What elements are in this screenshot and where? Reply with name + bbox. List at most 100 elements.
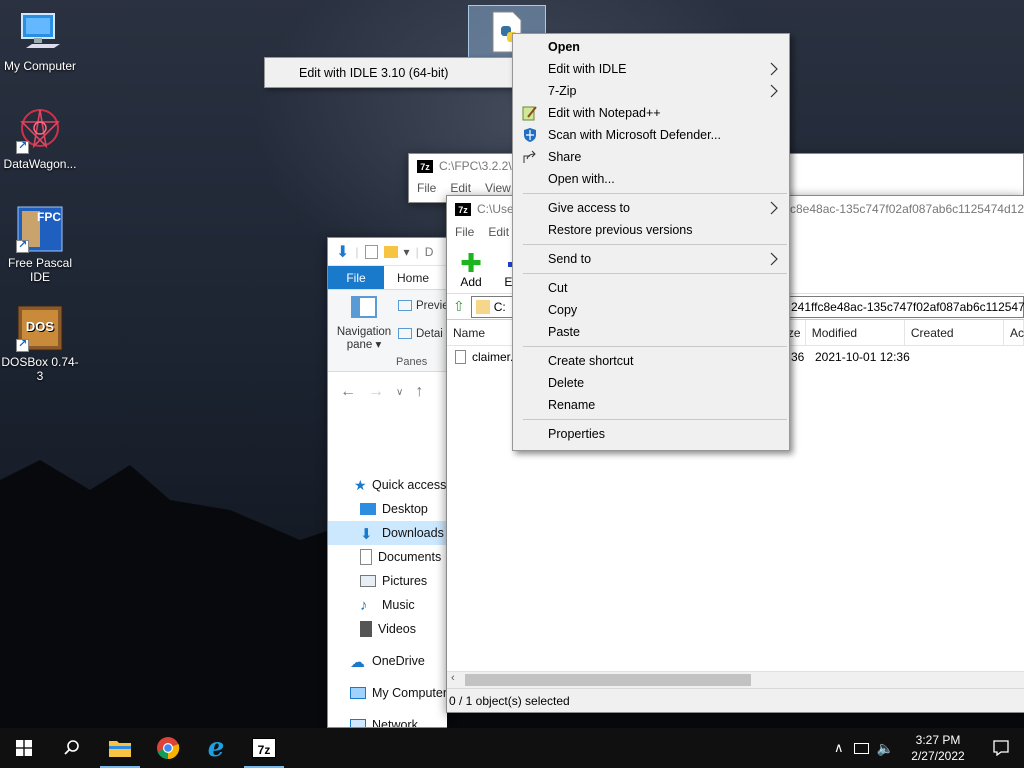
menu-view[interactable]: View xyxy=(485,181,511,195)
file-explorer-window[interactable]: ⬇ | ▾ | D File Home Navigation pane ▾ Pr… xyxy=(327,237,447,728)
menu-send-to[interactable]: Send to xyxy=(513,248,789,270)
status-bar: 0 / 1 object(s) selected xyxy=(447,688,1024,712)
scrollbar-thumb[interactable] xyxy=(465,674,751,686)
menu-create-shortcut[interactable]: Create shortcut xyxy=(513,350,789,372)
shortcut-arrow-icon xyxy=(16,139,29,154)
music-icon: ♪ xyxy=(360,597,368,614)
menu-edit[interactable]: Edit xyxy=(488,225,509,239)
horizontal-scrollbar[interactable]: ‹ xyxy=(447,671,1024,688)
properties-icon[interactable] xyxy=(364,244,378,259)
submenu-edit-idle-310[interactable]: Edit with IDLE 3.10 (64-bit) xyxy=(299,66,448,80)
fpc-text: FPC xyxy=(37,210,61,224)
tab-home[interactable]: Home xyxy=(384,266,442,289)
search-button[interactable] xyxy=(48,728,96,768)
system-tray: ∧ 🔈 3:27 PM 2/27/2022 xyxy=(834,728,1024,768)
menu-delete[interactable]: Delete xyxy=(513,372,789,394)
down-arrow-icon[interactable]: ⬇ xyxy=(336,242,349,262)
recent-dropdown-icon[interactable]: ∨ xyxy=(396,387,403,398)
menu-open[interactable]: Open xyxy=(513,36,789,58)
dosbox-text: DOS xyxy=(25,319,55,334)
menu-open-with[interactable]: Open with... xyxy=(513,168,789,190)
col-attributes[interactable]: Ac xyxy=(1004,320,1024,345)
menu-separator xyxy=(523,193,787,194)
navigation-pane-button[interactable]: Navigation pane ▾ xyxy=(334,296,394,352)
taskbar-7zip[interactable]: 7z xyxy=(240,728,288,768)
details-pane-button[interactable]: Detai xyxy=(398,328,443,340)
nav-documents[interactable]: Documents xyxy=(328,545,447,569)
menu-rename[interactable]: Rename xyxy=(513,394,789,416)
dropdown-icon[interactable]: ▾ xyxy=(404,245,410,259)
menu-separator xyxy=(523,244,787,245)
notepadpp-icon xyxy=(522,105,538,121)
nav-my-computer[interactable]: My Computer xyxy=(328,681,447,705)
add-button[interactable]: ✚ Add xyxy=(453,242,489,293)
nav-onedrive[interactable]: ☁ OneDrive xyxy=(328,649,447,673)
menu-properties[interactable]: Properties xyxy=(513,423,789,445)
explorer-nav-bar: ← → ∨ ↑ xyxy=(328,372,447,412)
title-fragment: D xyxy=(424,244,434,259)
start-button[interactable] xyxy=(0,728,48,768)
chevron-up-icon[interactable]: ∧ xyxy=(834,740,844,756)
share-icon xyxy=(522,149,538,165)
menu-file[interactable]: File xyxy=(455,225,474,239)
menu-scan-defender[interactable]: Scan with Microsoft Defender... xyxy=(513,124,789,146)
folder-icon[interactable] xyxy=(383,245,398,258)
clock[interactable]: 3:27 PM 2/27/2022 xyxy=(898,732,978,764)
menu-edit-with-idle[interactable]: Edit with IDLE xyxy=(513,58,789,80)
idle-submenu: Edit with IDLE 3.10 (64-bit) xyxy=(264,57,516,88)
clock-time: 3:27 PM xyxy=(915,733,961,747)
menu-restore-versions[interactable]: Restore previous versions xyxy=(513,219,789,241)
nav-network[interactable]: Network xyxy=(328,713,447,727)
menu-paste[interactable]: Paste xyxy=(513,321,789,343)
videos-icon xyxy=(360,621,372,637)
dosbox-icon: DOS xyxy=(16,304,64,352)
notifications-button[interactable] xyxy=(978,728,1024,768)
desktop-icon-my-computer[interactable]: My Computer xyxy=(0,8,80,73)
search-icon xyxy=(64,740,79,755)
col-created[interactable]: Created xyxy=(905,320,1004,345)
menu-cut[interactable]: Cut xyxy=(513,277,789,299)
nav-quick-access[interactable]: ★ Quick access xyxy=(328,473,447,497)
menu-7zip[interactable]: 7-Zip xyxy=(513,80,789,102)
up-icon[interactable]: ↑ xyxy=(415,383,423,401)
taskbar: e 7z ∧ 🔈 3:27 PM 2/27/2022 xyxy=(0,728,1024,768)
nav-videos[interactable]: Videos xyxy=(328,617,447,641)
taskbar-chrome[interactable] xyxy=(144,728,192,768)
menu-give-access[interactable]: Give access to xyxy=(513,197,789,219)
nav-pictures[interactable]: Pictures xyxy=(328,569,447,593)
desktop-icon-dosbox[interactable]: DOS DOSBox 0.74-3 xyxy=(0,304,80,383)
chevron-right-icon xyxy=(770,201,778,215)
tab-file[interactable]: File xyxy=(328,266,384,289)
menu-copy[interactable]: Copy xyxy=(513,299,789,321)
taskbar-file-explorer[interactable] xyxy=(96,728,144,768)
desktop-icon-label: DOSBox 0.74-3 xyxy=(1,355,79,383)
monitor-icon xyxy=(16,8,64,56)
preview-pane-button[interactable]: Previe xyxy=(398,300,447,312)
nav-music[interactable]: ♪ Music xyxy=(328,593,447,617)
forward-icon[interactable]: → xyxy=(368,383,384,401)
navigation-pane: ★ Quick access Desktop ⬇ Downloads Docum… xyxy=(328,473,447,727)
back-icon[interactable]: ← xyxy=(340,383,356,401)
nav-desktop[interactable]: Desktop xyxy=(328,497,447,521)
chevron-right-icon xyxy=(770,62,778,76)
chevron-right-icon xyxy=(770,84,778,98)
windows-logo-icon xyxy=(16,740,32,756)
menu-separator xyxy=(523,346,787,347)
col-modified[interactable]: Modified xyxy=(806,320,905,345)
network-icon[interactable] xyxy=(853,742,869,754)
desktop-folder-icon xyxy=(360,503,376,515)
datawagon-icon xyxy=(16,106,64,154)
col-size[interactable]: ze xyxy=(788,320,806,345)
menu-edit[interactable]: Edit xyxy=(450,181,471,195)
taskbar-internet-explorer[interactable]: e xyxy=(192,728,240,768)
scroll-left-icon[interactable]: ‹ xyxy=(451,672,455,684)
menu-share[interactable]: Share xyxy=(513,146,789,168)
star-icon: ★ xyxy=(354,477,367,493)
nav-downloads[interactable]: ⬇ Downloads xyxy=(328,521,447,545)
desktop-icon-datawagon[interactable]: DataWagon... xyxy=(0,106,80,171)
folder-up-icon[interactable]: ⇧ xyxy=(453,298,465,315)
menu-file[interactable]: File xyxy=(417,181,436,195)
volume-icon[interactable]: 🔈 xyxy=(877,740,894,757)
menu-edit-notepadpp[interactable]: Edit with Notepad++ xyxy=(513,102,789,124)
desktop-icon-free-pascal[interactable]: FPC Free Pascal IDE xyxy=(0,205,80,284)
